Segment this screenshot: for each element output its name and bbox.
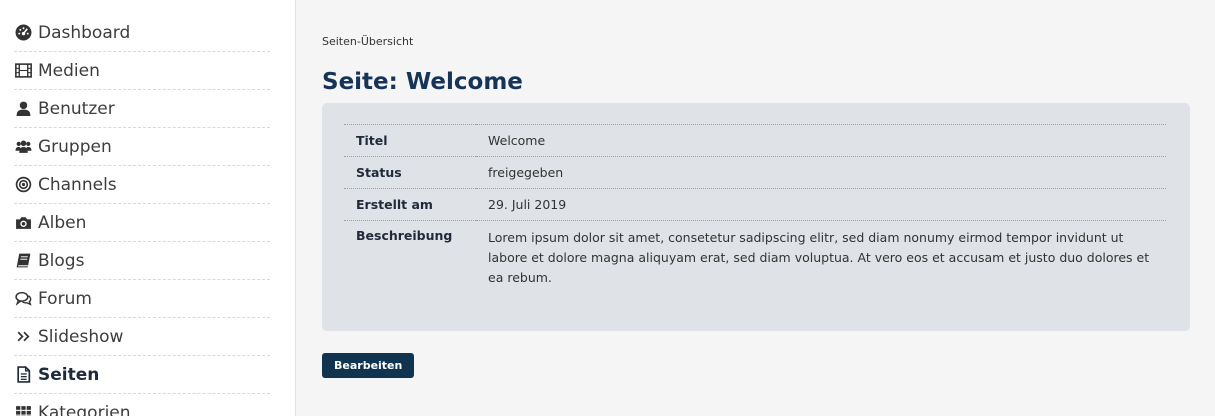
page-details-table: Titel Welcome Status freigegeben Erstell…	[344, 124, 1166, 294]
sidebar-item-dashboard[interactable]: Dashboard	[14, 14, 270, 52]
table-row: Status freigegeben	[344, 156, 1166, 189]
sidebar-item-seiten[interactable]: Seiten	[14, 356, 270, 394]
sidebar-item-label: Alben	[38, 212, 87, 233]
dashboard-icon	[14, 24, 32, 42]
sidebar-item-label: Benutzer	[38, 98, 115, 119]
created-label: Erstellt am	[356, 197, 433, 212]
users-icon	[14, 138, 32, 156]
page-details-card: Titel Welcome Status freigegeben Erstell…	[322, 103, 1190, 331]
sidebar-item-label: Kategorien	[38, 402, 131, 416]
description-value: Lorem ipsum dolor sit amet, consetetur s…	[488, 230, 1150, 285]
sidebar-item-label: Seiten	[38, 364, 100, 385]
status-label: Status	[356, 165, 402, 180]
title-label: Titel	[356, 133, 388, 148]
sidebar-item-label: Channels	[38, 174, 117, 195]
book-icon	[14, 252, 32, 270]
file-text-icon	[14, 366, 32, 384]
sidebar-item-label: Slideshow	[38, 326, 124, 347]
sidebar-item-alben[interactable]: Alben	[14, 204, 270, 242]
sidebar-item-label: Medien	[38, 60, 100, 81]
sidebar-item-label: Forum	[38, 288, 92, 309]
app-window: Dashboard Medien Benutzer Gruppen Channe	[0, 0, 1215, 416]
page-title: Seite: Welcome	[322, 69, 523, 95]
breadcrumb[interactable]: Seiten-Übersicht	[322, 35, 413, 48]
sidebar-item-label: Blogs	[38, 250, 85, 271]
sidebar: Dashboard Medien Benutzer Gruppen Channe	[0, 0, 296, 416]
film-icon	[14, 62, 32, 80]
description-label: Beschreibung	[356, 228, 453, 243]
sidebar-item-kategorien[interactable]: Kategorien	[14, 394, 270, 416]
table-row: Erstellt am 29. Juli 2019	[344, 188, 1166, 221]
edit-button[interactable]: Bearbeiten	[322, 353, 415, 378]
sidebar-item-channels[interactable]: Channels	[14, 166, 270, 204]
main-content: Seiten-Übersicht Seite: Welcome Titel We…	[296, 0, 1215, 416]
sidebar-item-label: Dashboard	[38, 22, 131, 43]
sidebar-item-slideshow[interactable]: Slideshow	[14, 318, 270, 356]
sidebar-item-benutzer[interactable]: Benutzer	[14, 90, 270, 128]
user-icon	[14, 100, 32, 118]
title-value: Welcome	[488, 133, 546, 148]
double-chevron-right-icon	[14, 328, 32, 346]
table-row: Titel Welcome	[344, 124, 1166, 157]
sidebar-item-medien[interactable]: Medien	[14, 52, 270, 90]
sidebar-item-blogs[interactable]: Blogs	[14, 242, 270, 280]
created-value: 29. Juli 2019	[488, 197, 567, 212]
sidebar-item-forum[interactable]: Forum	[14, 280, 270, 318]
channel-icon	[14, 176, 32, 194]
table-row: Beschreibung Lorem ipsum dolor sit amet,…	[344, 220, 1166, 295]
camera-icon	[14, 214, 32, 232]
sidebar-item-gruppen[interactable]: Gruppen	[14, 128, 270, 166]
sidebar-item-label: Gruppen	[38, 136, 112, 157]
grid-icon	[14, 404, 32, 416]
comments-icon	[14, 290, 32, 308]
status-value: freigegeben	[488, 165, 564, 180]
